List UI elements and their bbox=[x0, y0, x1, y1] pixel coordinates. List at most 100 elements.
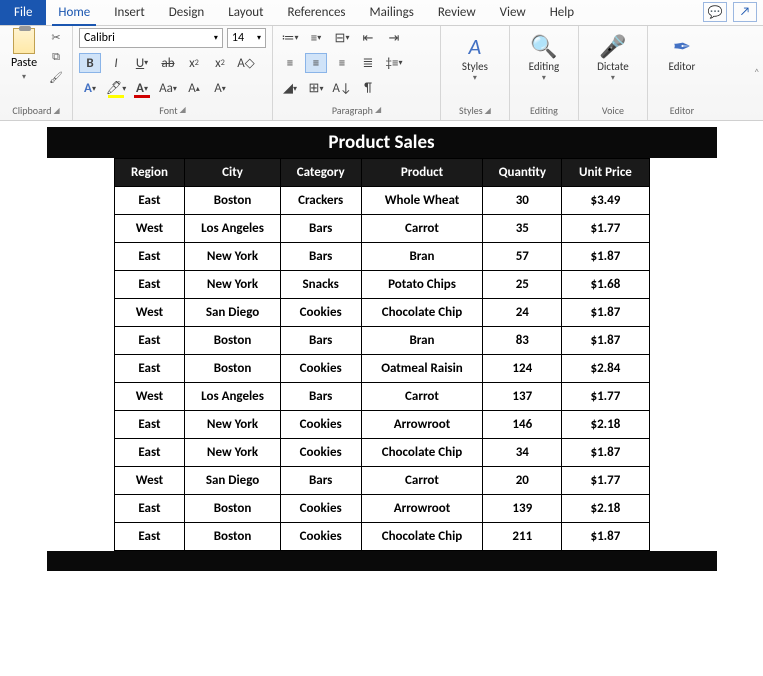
table-cell[interactable]: East bbox=[114, 187, 185, 215]
tab-file[interactable]: File bbox=[0, 0, 46, 25]
dialog-launcher-icon[interactable]: ◢ bbox=[375, 105, 381, 115]
table-row[interactable]: EastBostonBarsBran83$1.87 bbox=[114, 327, 649, 355]
table-cell[interactable]: Los Angeles bbox=[185, 383, 280, 411]
table-cell[interactable]: $1.68 bbox=[562, 271, 649, 299]
table-cell[interactable]: Boston bbox=[185, 327, 280, 355]
table-cell[interactable]: West bbox=[114, 299, 185, 327]
clear-formatting-button[interactable]: A◇ bbox=[235, 53, 257, 73]
align-center-button[interactable]: ≡ bbox=[305, 53, 327, 73]
table-cell[interactable]: 83 bbox=[483, 327, 562, 355]
editing-button[interactable]: 🔍 Editing ▾ bbox=[516, 28, 572, 83]
table-row[interactable]: WestLos AngelesBarsCarrot35$1.77 bbox=[114, 215, 649, 243]
paste-button[interactable]: Paste ▾ bbox=[6, 28, 42, 82]
table-cell[interactable]: 20 bbox=[483, 467, 562, 495]
table-row[interactable]: EastBostonCookiesArrowroot139$2.18 bbox=[114, 495, 649, 523]
table-cell[interactable]: Chocolate Chip bbox=[361, 439, 483, 467]
collapse-ribbon-button[interactable]: ^ bbox=[716, 26, 763, 120]
table-cell[interactable]: San Diego bbox=[185, 467, 280, 495]
increase-indent-button[interactable]: ⇥ bbox=[383, 28, 405, 48]
tab-review[interactable]: Review bbox=[426, 0, 488, 25]
table-row[interactable]: EastNew YorkCookiesChocolate Chip34$1.87 bbox=[114, 439, 649, 467]
table-cell[interactable]: East bbox=[114, 411, 185, 439]
product-sales-table[interactable]: RegionCityCategoryProductQuantityUnit Pr… bbox=[114, 158, 650, 551]
table-cell[interactable]: Crackers bbox=[280, 187, 361, 215]
table-cell[interactable]: Bars bbox=[280, 383, 361, 411]
table-row[interactable]: WestSan DiegoCookiesChocolate Chip24$1.8… bbox=[114, 299, 649, 327]
table-cell[interactable]: 35 bbox=[483, 215, 562, 243]
table-cell[interactable]: Potato Chips bbox=[361, 271, 483, 299]
table-cell[interactable]: New York bbox=[185, 243, 280, 271]
table-cell[interactable]: 139 bbox=[483, 495, 562, 523]
table-cell[interactable]: Snacks bbox=[280, 271, 361, 299]
table-cell[interactable]: East bbox=[114, 523, 185, 551]
table-cell[interactable]: $1.77 bbox=[562, 215, 649, 243]
table-cell[interactable]: 25 bbox=[483, 271, 562, 299]
table-cell[interactable]: East bbox=[114, 495, 185, 523]
bullets-button[interactable]: ≔▾ bbox=[279, 28, 301, 48]
table-cell[interactable]: Bars bbox=[280, 243, 361, 271]
line-spacing-button[interactable]: ‡≡▾ bbox=[383, 53, 405, 73]
table-cell[interactable]: $2.18 bbox=[562, 495, 649, 523]
dictate-button[interactable]: 🎤 Dictate ▾ bbox=[585, 28, 641, 83]
bold-button[interactable]: B bbox=[79, 53, 101, 73]
table-cell[interactable]: Carrot bbox=[361, 383, 483, 411]
table-cell[interactable]: East bbox=[114, 439, 185, 467]
table-cell[interactable]: New York bbox=[185, 271, 280, 299]
table-cell[interactable]: Carrot bbox=[361, 215, 483, 243]
italic-button[interactable]: I bbox=[105, 53, 127, 73]
table-row[interactable]: WestLos AngelesBarsCarrot137$1.77 bbox=[114, 383, 649, 411]
table-cell[interactable]: 24 bbox=[483, 299, 562, 327]
dialog-launcher-icon[interactable]: ◢ bbox=[485, 106, 491, 116]
dialog-launcher-icon[interactable]: ◢ bbox=[53, 106, 59, 116]
multilevel-button[interactable]: ⊟▾ bbox=[331, 28, 353, 48]
numbering-button[interactable]: ≡▾ bbox=[305, 28, 327, 48]
table-cell[interactable]: $1.87 bbox=[562, 523, 649, 551]
table-row[interactable]: EastBostonCrackersWhole Wheat30$3.49 bbox=[114, 187, 649, 215]
table-cell[interactable]: East bbox=[114, 243, 185, 271]
table-cell[interactable]: 34 bbox=[483, 439, 562, 467]
table-cell[interactable]: 30 bbox=[483, 187, 562, 215]
table-cell[interactable]: Cookies bbox=[280, 355, 361, 383]
table-row[interactable]: WestSan DiegoBarsCarrot20$1.77 bbox=[114, 467, 649, 495]
comments-icon[interactable]: 💬 bbox=[703, 2, 727, 22]
table-cell[interactable]: Bars bbox=[280, 327, 361, 355]
superscript-button[interactable]: x2 bbox=[209, 53, 231, 73]
tab-mailings[interactable]: Mailings bbox=[358, 0, 426, 25]
highlight-button[interactable]: 🖊▾ bbox=[105, 79, 127, 99]
font-color-button[interactable]: A▾ bbox=[131, 79, 153, 99]
table-cell[interactable]: Chocolate Chip bbox=[361, 299, 483, 327]
tab-layout[interactable]: Layout bbox=[216, 0, 275, 25]
table-cell[interactable]: $1.87 bbox=[562, 439, 649, 467]
table-cell[interactable]: Oatmeal Raisin bbox=[361, 355, 483, 383]
table-cell[interactable]: New York bbox=[185, 439, 280, 467]
font-size-combo[interactable]: 14▾ bbox=[227, 28, 266, 48]
table-cell[interactable]: West bbox=[114, 383, 185, 411]
table-row[interactable]: EastBostonCookiesChocolate Chip211$1.87 bbox=[114, 523, 649, 551]
tab-references[interactable]: References bbox=[276, 0, 358, 25]
borders-button[interactable]: ⊞▾ bbox=[305, 79, 327, 99]
format-painter-button[interactable]: 🖌 bbox=[46, 68, 66, 86]
change-case-button[interactable]: Aa▾ bbox=[157, 79, 179, 99]
document-page[interactable]: Product Sales RegionCityCategoryProductQ… bbox=[47, 127, 717, 571]
sort-button[interactable]: A↓ bbox=[331, 79, 353, 99]
decrease-indent-button[interactable]: ⇤ bbox=[357, 28, 379, 48]
text-effects-button[interactable]: A▾ bbox=[79, 79, 101, 99]
table-cell[interactable]: Los Angeles bbox=[185, 215, 280, 243]
table-cell[interactable]: Cookies bbox=[280, 523, 361, 551]
table-cell[interactable]: San Diego bbox=[185, 299, 280, 327]
table-cell[interactable]: Carrot bbox=[361, 467, 483, 495]
table-cell[interactable]: $1.87 bbox=[562, 299, 649, 327]
table-cell[interactable]: Arrowroot bbox=[361, 495, 483, 523]
tab-help[interactable]: Help bbox=[538, 0, 586, 25]
font-name-combo[interactable]: Calibri▾ bbox=[79, 28, 223, 48]
table-cell[interactable]: $3.49 bbox=[562, 187, 649, 215]
show-marks-button[interactable]: ¶ bbox=[357, 79, 379, 99]
table-cell[interactable]: 146 bbox=[483, 411, 562, 439]
table-cell[interactable]: $1.77 bbox=[562, 467, 649, 495]
table-cell[interactable]: West bbox=[114, 215, 185, 243]
tab-insert[interactable]: Insert bbox=[102, 0, 157, 25]
share-icon[interactable]: ↗ bbox=[733, 2, 757, 22]
table-cell[interactable]: 137 bbox=[483, 383, 562, 411]
cut-button[interactable]: ✂ bbox=[46, 28, 66, 46]
justify-button[interactable]: ≣ bbox=[357, 53, 379, 73]
